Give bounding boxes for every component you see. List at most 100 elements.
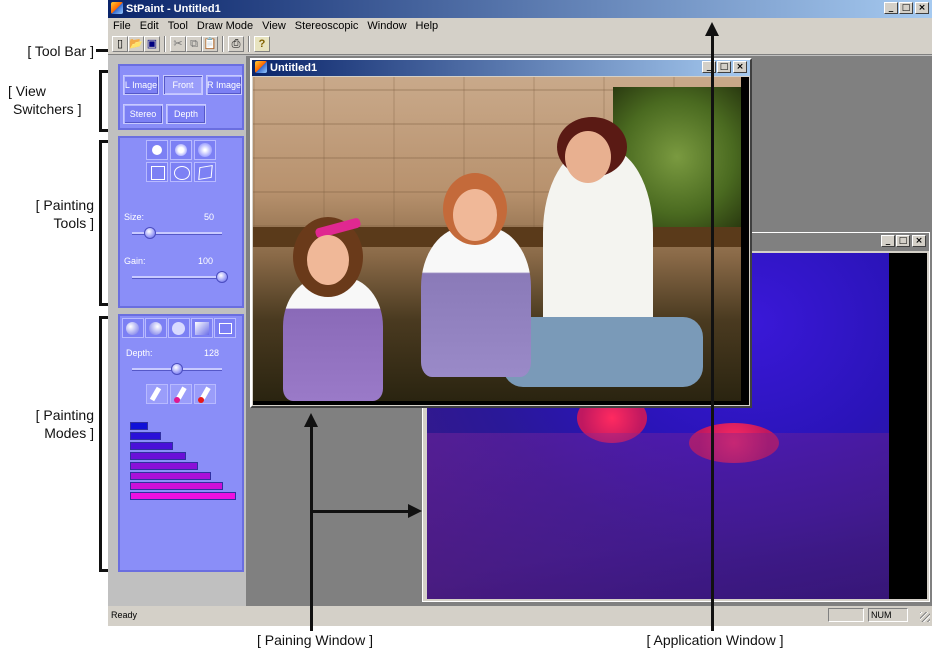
annotation-modes-line2: Modes ] (44, 425, 94, 441)
depth-close-button[interactable]: × (912, 235, 926, 247)
paste-icon[interactable]: 📋 (202, 36, 218, 52)
painting-window: Untitled1 _ □ × (250, 58, 752, 408)
resize-grip-icon[interactable] (920, 612, 930, 622)
menu-edit[interactable]: Edit (140, 20, 159, 32)
annotation-tools-line1: [ Painting (35, 197, 94, 213)
hard-brush-button[interactable] (146, 140, 168, 160)
tool-bar: ▯ 📂 ▣ ✂ ⧉ 📋 ⎙ ? (108, 34, 932, 55)
painting-window-title-bar: Untitled1 _ □ × (252, 60, 750, 76)
minimize-button[interactable]: _ (884, 2, 898, 14)
mode-layer-button[interactable] (214, 318, 236, 338)
menu-stereoscopic[interactable]: Stereoscopic (295, 20, 359, 32)
pen-red-tip (198, 397, 204, 403)
side-panel: L Image Front R Image Stereo Depth Size:… (114, 58, 246, 576)
polygon-tool-button[interactable] (194, 162, 216, 182)
arrow-application-window-shaft (711, 34, 714, 631)
woman-jeans (503, 317, 703, 387)
depth-color-bar[interactable] (130, 472, 211, 480)
depth-maximize-button[interactable]: □ (896, 235, 910, 247)
maximize-button[interactable]: □ (899, 2, 913, 14)
pen-red-button[interactable] (194, 384, 216, 404)
mode-add-button[interactable] (122, 318, 144, 338)
status-bar: Ready NUM (108, 606, 932, 626)
rectangle-icon (151, 166, 165, 180)
front-button[interactable]: Front (163, 75, 203, 95)
depth-ground-texture (427, 433, 889, 599)
mode-add-icon (126, 322, 139, 335)
depth-value: 128 (204, 348, 220, 358)
mode-plane-button[interactable] (191, 318, 213, 338)
depth-color-bar[interactable] (130, 452, 186, 460)
menu-file[interactable]: File (113, 20, 131, 32)
depth-slider-knob[interactable] (171, 363, 183, 375)
menu-tool[interactable]: Tool (168, 20, 188, 32)
soft-brush-button[interactable] (194, 140, 216, 160)
photo-frame (253, 77, 749, 405)
cut-icon[interactable]: ✂ (170, 36, 186, 52)
annotation-modes-line1: [ Painting (35, 407, 94, 423)
hard-brush-icon (152, 145, 162, 155)
help-icon[interactable]: ? (254, 36, 270, 52)
open-icon[interactable]: 📂 (128, 36, 144, 52)
toolbar-separator (248, 36, 250, 52)
arrow-application-window-head (705, 22, 719, 36)
doc-close-button[interactable]: × (733, 61, 747, 73)
close-button[interactable]: × (915, 2, 929, 14)
size-slider-knob[interactable] (144, 227, 156, 239)
depth-minimize-button[interactable]: _ (881, 235, 895, 247)
depth-button[interactable]: Depth (166, 104, 206, 124)
print-icon[interactable]: ⎙ (228, 36, 244, 52)
depth-color-bar[interactable] (130, 422, 148, 430)
gain-value: 100 (198, 256, 214, 266)
doc-title: Untitled1 (270, 62, 318, 74)
annotation-painting-window: [ Paining Window ] (257, 632, 373, 648)
painting-tools-panel: Size: 50 Gain: 100 (118, 136, 244, 308)
arrow-depth-window-shaft (312, 510, 410, 513)
gain-slider-knob[interactable] (216, 271, 228, 283)
doc-maximize-button[interactable]: □ (717, 61, 731, 73)
mode-sphere-icon (172, 322, 185, 335)
depth-color-bar[interactable] (130, 432, 161, 440)
ellipse-tool-button[interactable] (170, 162, 192, 182)
depth-color-bar[interactable] (130, 462, 198, 470)
soft-brush-icon (198, 143, 212, 157)
application-window: StPaint - Untitled1 _ □ × File Edit Tool Dr… (108, 0, 932, 626)
pen-white-button[interactable] (146, 384, 168, 404)
menu-bar: File Edit Tool Draw Mode View Stereoscopic Win… (108, 18, 932, 34)
menu-draw-mode[interactable]: Draw Mode (197, 20, 253, 32)
toolbar-separator (222, 36, 224, 52)
pen-white-icon (149, 386, 162, 402)
bracket-view-switchers (99, 70, 102, 132)
bracket-painting-modes (99, 316, 102, 572)
r-image-button[interactable]: R Image (206, 75, 242, 95)
woman-face (565, 131, 611, 183)
pen-pink-button[interactable] (170, 384, 192, 404)
app-title: StPaint - Untitled1 (126, 3, 221, 15)
polygon-icon (198, 164, 213, 181)
girl-older-dress (421, 227, 531, 377)
mode-smooth-button[interactable] (145, 318, 167, 338)
arrow-painting-window-head (304, 413, 318, 427)
depth-color-bar[interactable] (130, 492, 236, 500)
medium-brush-button[interactable] (170, 140, 192, 160)
girl-older-face (453, 189, 497, 241)
menu-window[interactable]: Window (367, 20, 406, 32)
menu-help[interactable]: Help (416, 20, 439, 32)
rectangle-tool-button[interactable] (146, 162, 168, 182)
status-cap-box (828, 608, 864, 622)
medium-brush-icon (175, 144, 187, 156)
depth-color-bar[interactable] (130, 442, 173, 450)
l-image-button[interactable]: L Image (123, 75, 159, 95)
gain-slider-track[interactable] (132, 276, 222, 279)
save-icon[interactable]: ▣ (144, 36, 160, 52)
copy-icon[interactable]: ⧉ (186, 36, 202, 52)
mode-sphere-button[interactable] (168, 318, 190, 338)
app-logo-icon (111, 2, 123, 14)
annotation-painting-tools: [ Painting Tools ] (0, 196, 94, 232)
stereo-button[interactable]: Stereo (123, 104, 163, 124)
new-icon[interactable]: ▯ (112, 36, 128, 52)
arrow-painting-window-shaft (310, 425, 313, 631)
depth-color-bar[interactable] (130, 482, 223, 490)
menu-view[interactable]: View (262, 20, 286, 32)
annotation-painting-modes: [ Painting Modes ] (0, 406, 94, 442)
